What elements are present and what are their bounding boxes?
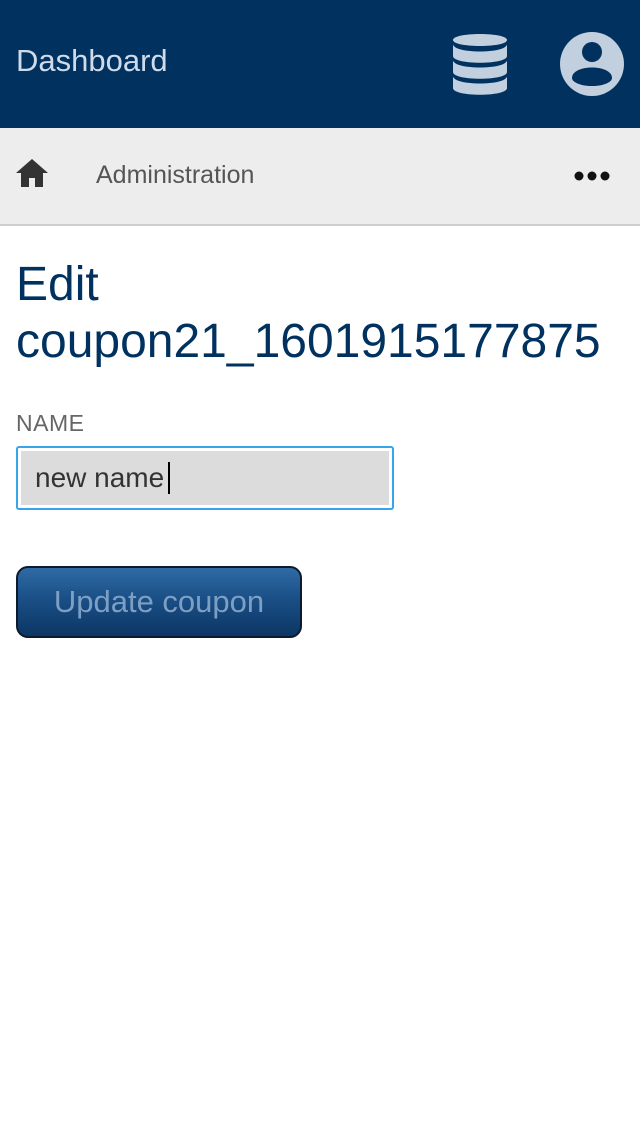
user-account-icon[interactable] — [558, 30, 626, 98]
name-field-wrapper — [16, 446, 394, 510]
more-horizontal-icon[interactable] — [570, 164, 614, 188]
home-icon[interactable] — [14, 156, 50, 192]
name-field-label: NAME — [16, 410, 85, 436]
main-content: Edit coupon21_1601915177875 NAME Update … — [0, 226, 640, 1136]
app-title[interactable]: Dashboard — [16, 40, 168, 82]
breadcrumb: Administration — [0, 128, 640, 226]
page-title-line-2: coupon21_1601915177875 — [16, 315, 601, 368]
name-field[interactable] — [21, 451, 389, 505]
database-icon[interactable] — [450, 30, 510, 98]
top-app-bar: Dashboard — [0, 0, 640, 128]
page-title: Edit coupon21_1601915177875 — [16, 256, 640, 370]
text-cursor — [168, 462, 170, 494]
update-coupon-button[interactable]: Update coupon — [16, 566, 302, 638]
breadcrumb-item-administration[interactable]: Administration — [96, 158, 254, 192]
page-title-line-1: Edit — [16, 258, 99, 311]
